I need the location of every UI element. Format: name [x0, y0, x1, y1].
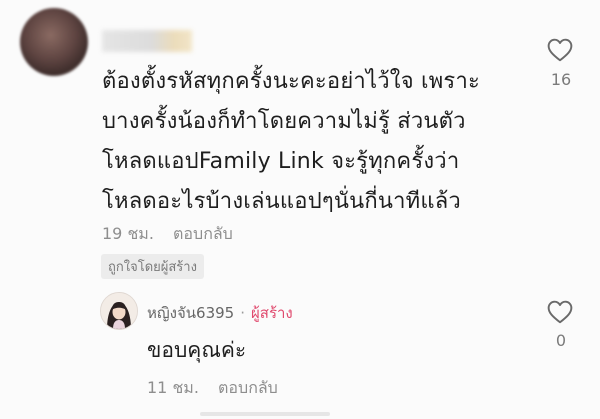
- comment-line: โหลดอะไรบ้างเล่นแอปๆนั่นกี่นาทีแล้ว: [102, 189, 461, 214]
- liked-by-creator-badge: ถูกใจโดยผู้สร้าง: [101, 254, 204, 279]
- comment-reply-button[interactable]: ตอบกลับ: [173, 224, 233, 243]
- separator-dot: ·: [240, 304, 245, 322]
- reply-like-count: 0: [555, 331, 567, 350]
- next-comment-peek: [200, 412, 330, 416]
- commenter-avatar[interactable]: [20, 8, 88, 76]
- reply-meta: 11 ชม. ตอบกลับ: [147, 376, 278, 401]
- heart-icon: [547, 38, 573, 62]
- reply-time: 11 ชม.: [147, 378, 199, 397]
- commenter-username-blurred[interactable]: [102, 30, 192, 52]
- heart-icon: [547, 300, 573, 324]
- comment-time: 19 ชม.: [102, 224, 154, 243]
- comment-line: โหลดแอปFamily Link จะรู้ทุกครั้งว่า: [102, 149, 460, 174]
- comment-meta: 19 ชม. ตอบกลับ: [102, 222, 233, 247]
- reply-avatar[interactable]: [100, 292, 138, 330]
- creator-badge: ผู้สร้าง: [251, 304, 293, 322]
- comment-like-count: 16: [550, 70, 572, 89]
- comment-line: ต้องตั้งรหัสทุกครั้งนะคะอย่าไว้ใจ เพราะ: [102, 69, 481, 94]
- reply-reply-button[interactable]: ตอบกลับ: [218, 378, 278, 397]
- avatar-image: [101, 293, 137, 329]
- reply-text: ขอบคุณค่ะ: [147, 338, 247, 362]
- heart-icon[interactable]: [547, 300, 573, 324]
- reply-username[interactable]: หญิงจัน6395: [147, 304, 234, 322]
- reply-username-row: หญิงจัน6395 · ผู้สร้าง: [147, 301, 293, 325]
- comment-text: ต้องตั้งรหัสทุกครั้งนะคะอย่าไว้ใจ เพราะ …: [102, 62, 532, 222]
- heart-icon[interactable]: [547, 38, 573, 62]
- comment-line: บางครั้งน้องก็ทำโดยความไม่รู้ ส่วนตัว: [102, 109, 466, 134]
